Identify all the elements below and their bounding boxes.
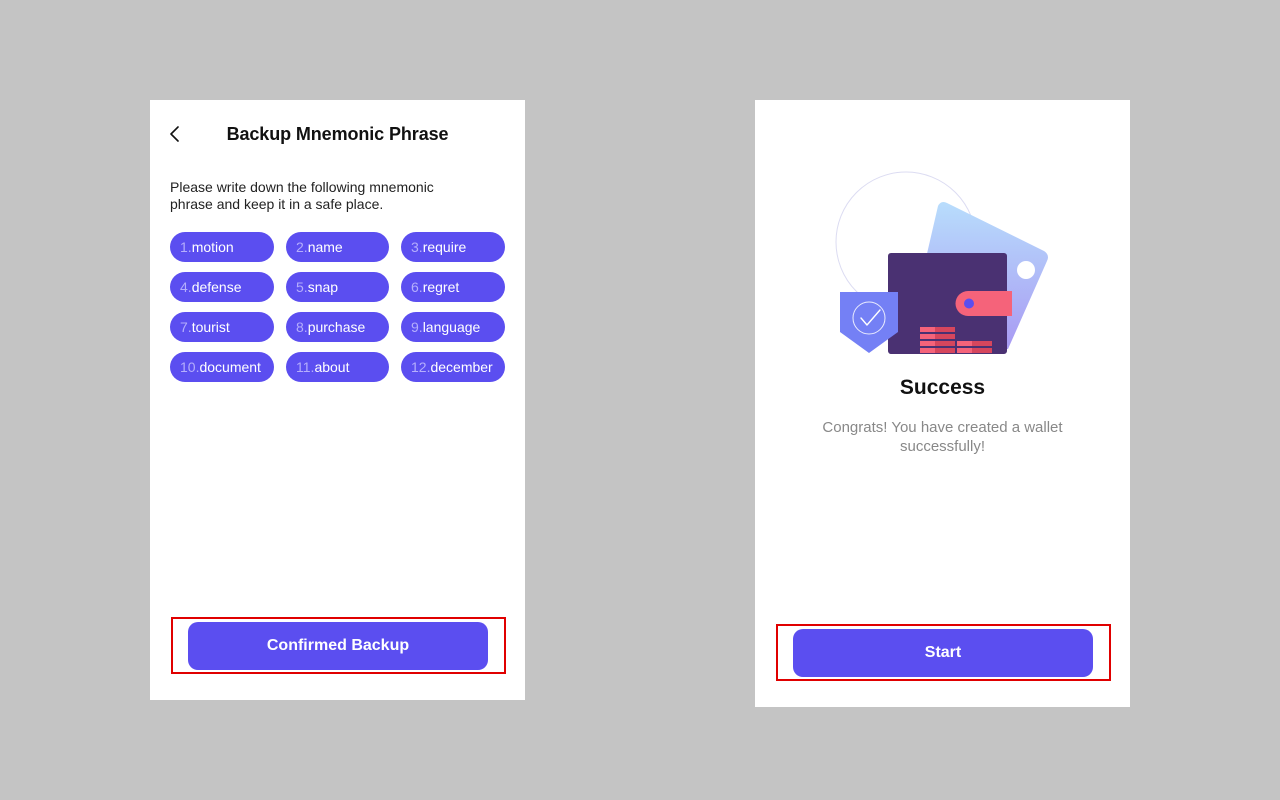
phrase-word-chip: 4.defense [170, 272, 274, 302]
word-text: document [199, 359, 261, 375]
phrase-word-chip: 12.december [401, 352, 505, 382]
word-index: 2. [296, 239, 308, 255]
word-index: 1. [180, 239, 192, 255]
start-button[interactable]: Start [793, 629, 1093, 677]
confirm-button-highlight: Confirmed Backup [171, 617, 506, 674]
word-index: 8. [296, 319, 308, 335]
word-index: 7. [180, 319, 192, 335]
instruction-text: Please write down the following mnemonic… [170, 179, 434, 212]
phrase-word-chip: 1.motion [170, 232, 274, 262]
wallet-icon [888, 253, 1012, 354]
start-button-highlight: Start [776, 624, 1111, 681]
phrase-word-chip: 10.document [170, 352, 274, 382]
confirmed-backup-button[interactable]: Confirmed Backup [188, 622, 488, 670]
word-text: snap [307, 279, 339, 295]
mnemonic-phrase-grid: 1.motion 2.name 3.require 4.defense 5.sn… [170, 232, 505, 382]
success-title: Success [899, 376, 986, 399]
word-text: tourist [191, 319, 230, 335]
word-index: 9. [411, 319, 423, 335]
word-index: 10. [180, 359, 200, 375]
phrase-word-chip: 9.language [401, 312, 505, 342]
backup-mnemonic-screen: Backup Mnemonic Phrase Please write down… [150, 100, 525, 700]
word-text: about [314, 359, 350, 375]
phrase-word-chip: 8.purchase [286, 312, 389, 342]
word-text: december [430, 359, 493, 375]
word-text: language [422, 319, 481, 335]
word-index: 5. [296, 279, 308, 295]
phrase-word-chip: 2.name [286, 232, 389, 262]
word-index: 12. [411, 359, 431, 375]
word-text: name [307, 239, 343, 255]
word-index: 11. [296, 359, 315, 375]
wallet-shield-illustration [835, 171, 1048, 354]
phrase-word-chip: 3.require [401, 232, 505, 262]
word-index: 3. [411, 239, 423, 255]
success-screen: Success Congrats! You have created a wal… [755, 100, 1130, 707]
word-text: defense [191, 279, 242, 295]
phrase-word-chip: 7.tourist [170, 312, 274, 342]
success-message: Congrats! You have created a wallet succ… [822, 419, 1063, 455]
word-index: 6. [411, 279, 423, 295]
word-text: motion [191, 239, 234, 255]
word-text: purchase [307, 319, 366, 335]
word-text: regret [422, 279, 460, 295]
phrase-word-chip: 5.snap [286, 272, 389, 302]
page-title: Backup Mnemonic Phrase [226, 124, 449, 144]
phrase-word-chip: 6.regret [401, 272, 505, 302]
word-text: require [422, 239, 467, 255]
phrase-word-chip: 11.about [286, 352, 389, 382]
word-index: 4. [180, 279, 192, 295]
